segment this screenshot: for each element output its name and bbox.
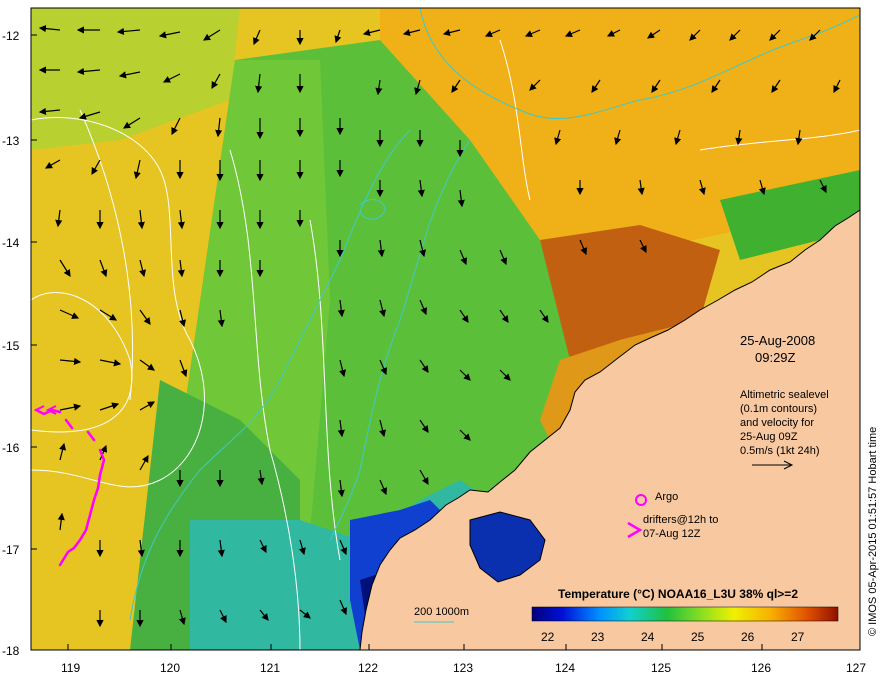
credit-text: © IMOS 05-Apr-2015 01:51:57 Hobart time xyxy=(867,427,879,636)
x-tick-label: 123 xyxy=(453,661,473,675)
x-tick-label: 119 xyxy=(61,661,80,675)
x-tick-label: 124 xyxy=(555,661,575,675)
altimetry-line: (0.1m contours) xyxy=(740,403,817,415)
altimetry-line: and velocity for xyxy=(740,417,814,429)
colorbar-label: 25 xyxy=(691,630,705,644)
colorbar-label: 22 xyxy=(541,630,555,644)
map-area xyxy=(31,8,860,650)
y-tick-label: -12 xyxy=(2,29,20,43)
x-tick-label: 126 xyxy=(751,661,771,675)
y-tick-label: -16 xyxy=(2,441,20,455)
colorbar-label: 26 xyxy=(741,630,755,644)
sst-map: -12 -13 -14 -15 -16 -17 -18 119 120 121 … xyxy=(2,7,879,675)
y-tick-label: -13 xyxy=(2,134,20,148)
altimetry-line: Altimetric sealevel xyxy=(740,389,829,401)
argo-label: Argo xyxy=(655,491,678,503)
bathymetry-legend-label: 200 1000m xyxy=(414,606,469,618)
drifters-label: drifters@12h to xyxy=(643,514,718,526)
x-tick-label: 122 xyxy=(358,661,378,675)
colorbar-label: 24 xyxy=(641,630,655,644)
drifters-date-label: 07-Aug 12Z xyxy=(643,528,701,540)
y-tick-label: -14 xyxy=(2,236,20,250)
y-tick-label: -17 xyxy=(2,543,20,557)
x-tick-label: 127 xyxy=(846,661,866,675)
colorbar-label: 27 xyxy=(791,630,805,644)
time-label: 09:29Z xyxy=(755,350,796,365)
x-tick-label: 120 xyxy=(160,661,180,675)
date-label: 25-Aug-2008 xyxy=(740,333,815,348)
y-tick-label: -18 xyxy=(2,644,20,658)
colorbar xyxy=(531,606,839,622)
colorbar-title: Temperature (°C) NOAA16_L3U 38% ql>=2 xyxy=(558,587,798,601)
altimetry-line: 25-Aug 09Z xyxy=(740,431,798,443)
x-tick-label: 125 xyxy=(651,661,671,675)
x-tick-label: 121 xyxy=(260,661,280,675)
colorbar-label: 23 xyxy=(591,630,605,644)
altimetry-line: 0.5m/s (1kt 24h) xyxy=(740,445,819,457)
y-tick-label: -15 xyxy=(2,339,20,353)
